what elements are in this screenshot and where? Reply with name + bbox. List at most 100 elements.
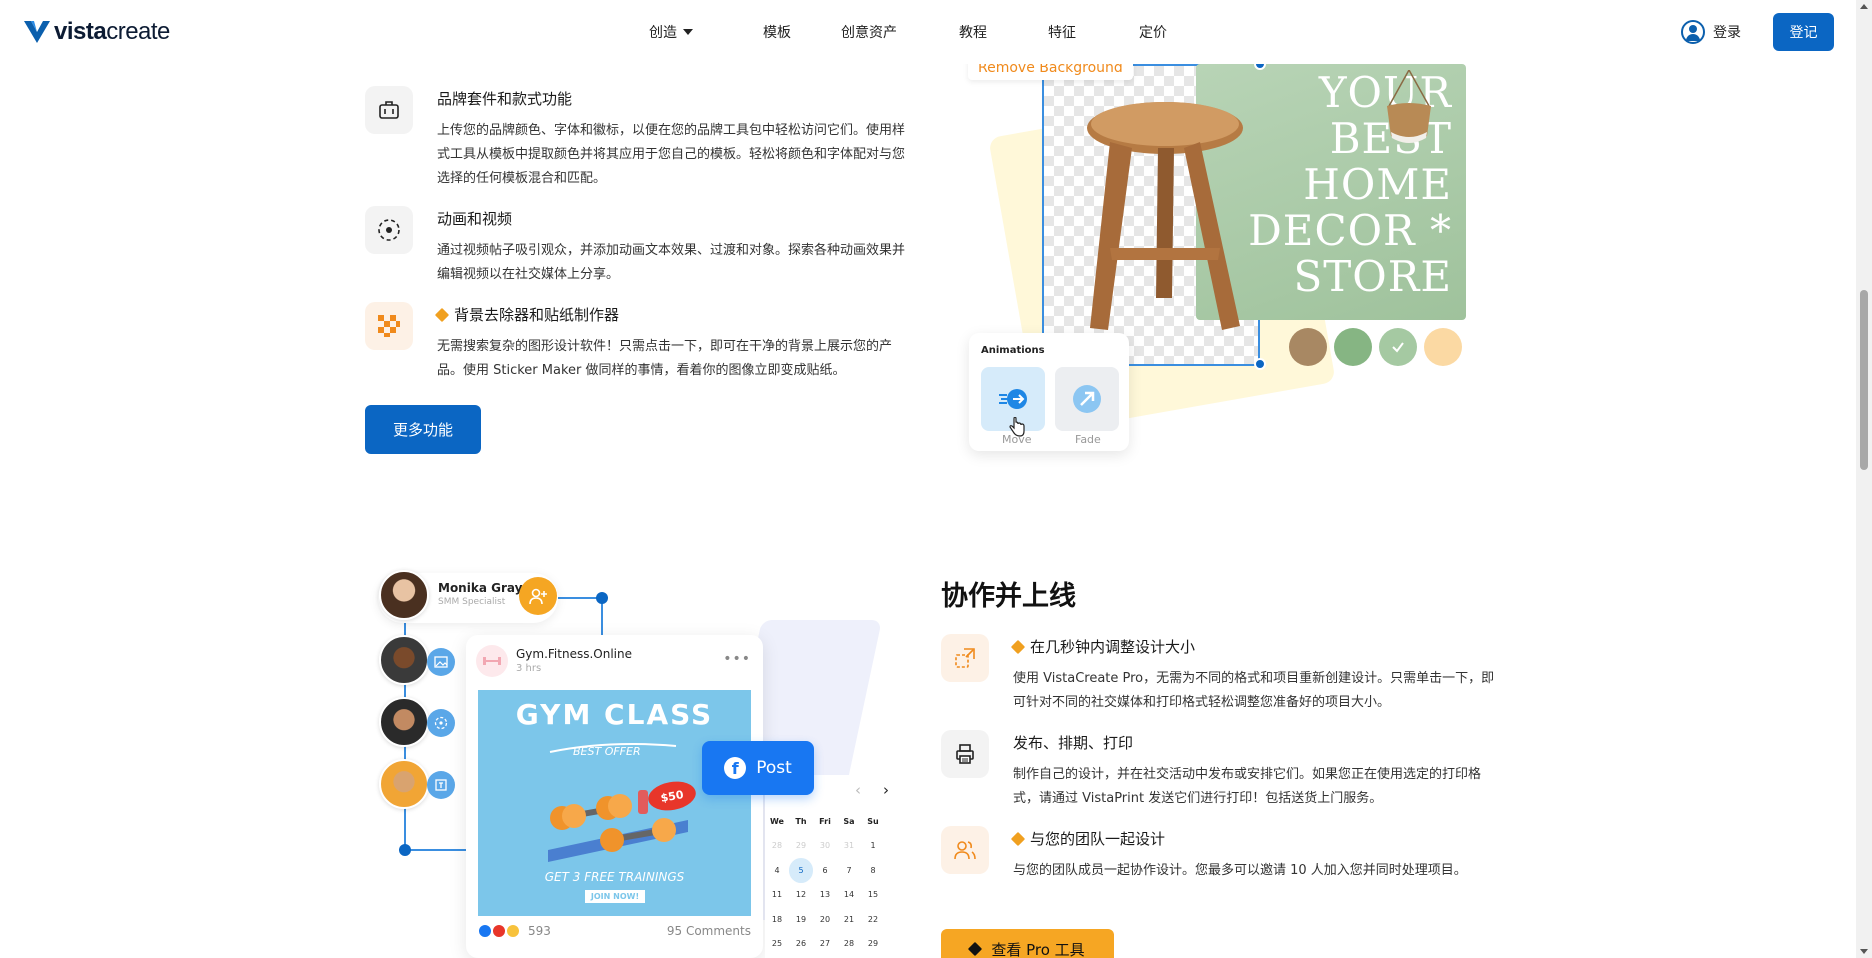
calendar-day[interactable]: 29 (789, 834, 813, 859)
gym-offer: BEST OFFER (573, 745, 641, 758)
pro-gem-icon (1010, 831, 1026, 846)
calendar-day[interactable]: 8 (861, 858, 885, 883)
vistacreate-logo[interactable]: vista create (24, 18, 170, 46)
feature-title-row: 在几秒钟内调整设计大小 (1010, 636, 1501, 657)
calendar-day[interactable]: 4 (765, 858, 789, 883)
feature-title: 品牌套件和款式功能 (437, 90, 573, 108)
facebook-post-button[interactable]: f Post (702, 741, 814, 795)
login-label: 登录 (1713, 25, 1741, 41)
top-navigation-bar: vista create 创造 模板 创意资产 教程 特征 定价 登录 登记 (0, 0, 1856, 64)
text-frame-icon[interactable] (427, 771, 455, 799)
feature-title-row: 与您的团队一起设计 (1010, 828, 1501, 849)
checker-icon (365, 302, 413, 350)
calendar-day[interactable]: 31 (837, 834, 861, 859)
calendar-day[interactable]: 22 (861, 907, 885, 932)
feature-title: 动画和视频 (437, 210, 513, 228)
nav-features[interactable]: 特征 (1048, 22, 1076, 42)
feature-description: 与您的团队成员一起协作设计。您最多可以邀请 10 人加入您并同时处理项目。 (1013, 863, 1467, 878)
signup-button[interactable]: 登记 (1773, 13, 1834, 51)
facebook-icon: f (724, 757, 747, 779)
color-swatch[interactable] (1289, 328, 1327, 366)
color-swatch[interactable] (1424, 328, 1462, 366)
view-pro-tools-button[interactable]: 查看 Pro 工具 (941, 929, 1114, 958)
team-member-name: Monika Gray (438, 581, 523, 595)
calendar-day[interactable]: 29 (861, 932, 885, 957)
calendar-day[interactable]: 14 (837, 883, 861, 908)
play-circle-icon (365, 206, 413, 254)
feature-publish: 发布、排期、打印 制作自己的设计，并在社交活动中发布或安排它们。如果您正在使用选… (941, 730, 1501, 811)
calendar-day[interactable]: 25 (765, 932, 789, 957)
login-link[interactable]: 登录 (1681, 20, 1741, 44)
nav-create-label: 创造 (649, 25, 677, 41)
comments-count[interactable]: 95 Comments (667, 924, 751, 938)
color-swatch-selected[interactable] (1379, 328, 1417, 366)
calendar-day[interactable]: 18 (765, 907, 789, 932)
social-post-card[interactable]: Gym.Fitness.Online 3 hrs ••• GYM CLASS B… (466, 635, 763, 958)
feature-brand-kit: 品牌套件和款式功能 上传您的品牌颜色、字体和徽标，以便在您的品牌工具包中轻松访问… (365, 86, 915, 191)
love-reaction-icon (492, 924, 506, 938)
user-icon (1681, 20, 1705, 44)
feature-team: 与您的团队一起设计 与您的团队成员一起协作设计。您最多可以邀请 10 人加入您并… (941, 826, 1501, 883)
calendar-day[interactable]: 6 (813, 858, 837, 883)
wow-reaction-icon (506, 924, 520, 938)
more-features-button[interactable]: 更多功能 (365, 405, 481, 454)
page-scrollbar[interactable] (1856, 0, 1872, 958)
feature-resize: 在几秒钟内调整设计大小 使用 VistaCreate Pro，无需为不同的格式和… (941, 634, 1501, 715)
post-account-name: Gym.Fitness.Online (516, 647, 632, 661)
calendar-day-selected[interactable]: 5 (789, 858, 813, 883)
nav-templates[interactable]: 模板 (763, 22, 791, 42)
pro-gem-icon (968, 941, 983, 957)
calendar-day[interactable]: 30 (813, 834, 837, 859)
calendar-day[interactable]: 19 (789, 907, 813, 932)
calendar-day[interactable]: 21 (837, 907, 861, 932)
gym-free-offer: GET 3 FREE TRAININGS (544, 870, 685, 884)
view-pro-tools-label: 查看 Pro 工具 (991, 940, 1085, 958)
connector-dot (399, 844, 411, 856)
more-options-icon[interactable]: ••• (723, 651, 751, 667)
nav-tutorials-label: 教程 (959, 25, 987, 41)
likes-count: 593 (528, 924, 551, 938)
calendar-day[interactable]: 28 (837, 932, 861, 957)
feature-description: 上传您的品牌颜色、字体和徽标，以便在您的品牌工具包中轻松访问它们。使用样式工具从… (437, 123, 906, 186)
calendar-day[interactable]: 11 (765, 883, 789, 908)
avatar[interactable] (379, 570, 429, 620)
chevron-right-icon[interactable]: › (883, 781, 889, 799)
play-circle-icon[interactable] (427, 709, 455, 737)
feature-title: 发布、排期、打印 (1013, 734, 1134, 752)
scroll-down-arrow-icon[interactable] (1860, 949, 1868, 954)
calendar-day[interactable]: 28 (765, 834, 789, 859)
calendar-day[interactable]: 12 (789, 883, 813, 908)
resize-icon (941, 634, 989, 682)
poster-line: STORE (1293, 252, 1452, 301)
team-icon (941, 826, 989, 874)
nav-creative-assets[interactable]: 创意资产 (841, 22, 897, 42)
avatar[interactable] (379, 759, 429, 809)
calendar-weekday: Th (795, 816, 807, 826)
calendar-day[interactable]: 20 (813, 907, 837, 932)
animation-fade-option[interactable] (1055, 367, 1119, 431)
calendar-grid: We Th Fri Sa Su 28 29 30 31 1 4 5 6 7 8 … (765, 809, 885, 956)
calendar-day[interactable]: 26 (789, 932, 813, 957)
calendar-day[interactable]: 1 (861, 834, 885, 859)
chevron-left-icon[interactable]: ‹ (855, 781, 861, 799)
calendar-day[interactable]: 7 (837, 858, 861, 883)
connector-dot (596, 592, 608, 604)
nav-create[interactable]: 创造 (649, 22, 693, 42)
calendar-weekday: Fri (819, 816, 831, 826)
nav-tutorials[interactable]: 教程 (959, 22, 987, 42)
avatar[interactable] (379, 697, 429, 747)
color-swatch[interactable] (1334, 328, 1372, 366)
feature-title: 与您的团队一起设计 (1030, 830, 1166, 848)
image-icon[interactable] (427, 648, 455, 676)
calendar-day[interactable]: 27 (813, 932, 837, 957)
calendar-day[interactable]: 13 (813, 883, 837, 908)
scrollbar-thumb[interactable] (1860, 290, 1868, 470)
post-time: 3 hrs (516, 663, 542, 674)
scroll-up-arrow-icon[interactable] (1860, 4, 1868, 9)
calendar-day[interactable]: 15 (861, 883, 885, 908)
resize-handle[interactable] (1254, 358, 1266, 370)
nav-features-label: 特征 (1048, 25, 1076, 41)
add-user-button[interactable] (519, 577, 557, 615)
nav-pricing[interactable]: 定价 (1139, 22, 1167, 42)
avatar[interactable] (379, 635, 429, 685)
